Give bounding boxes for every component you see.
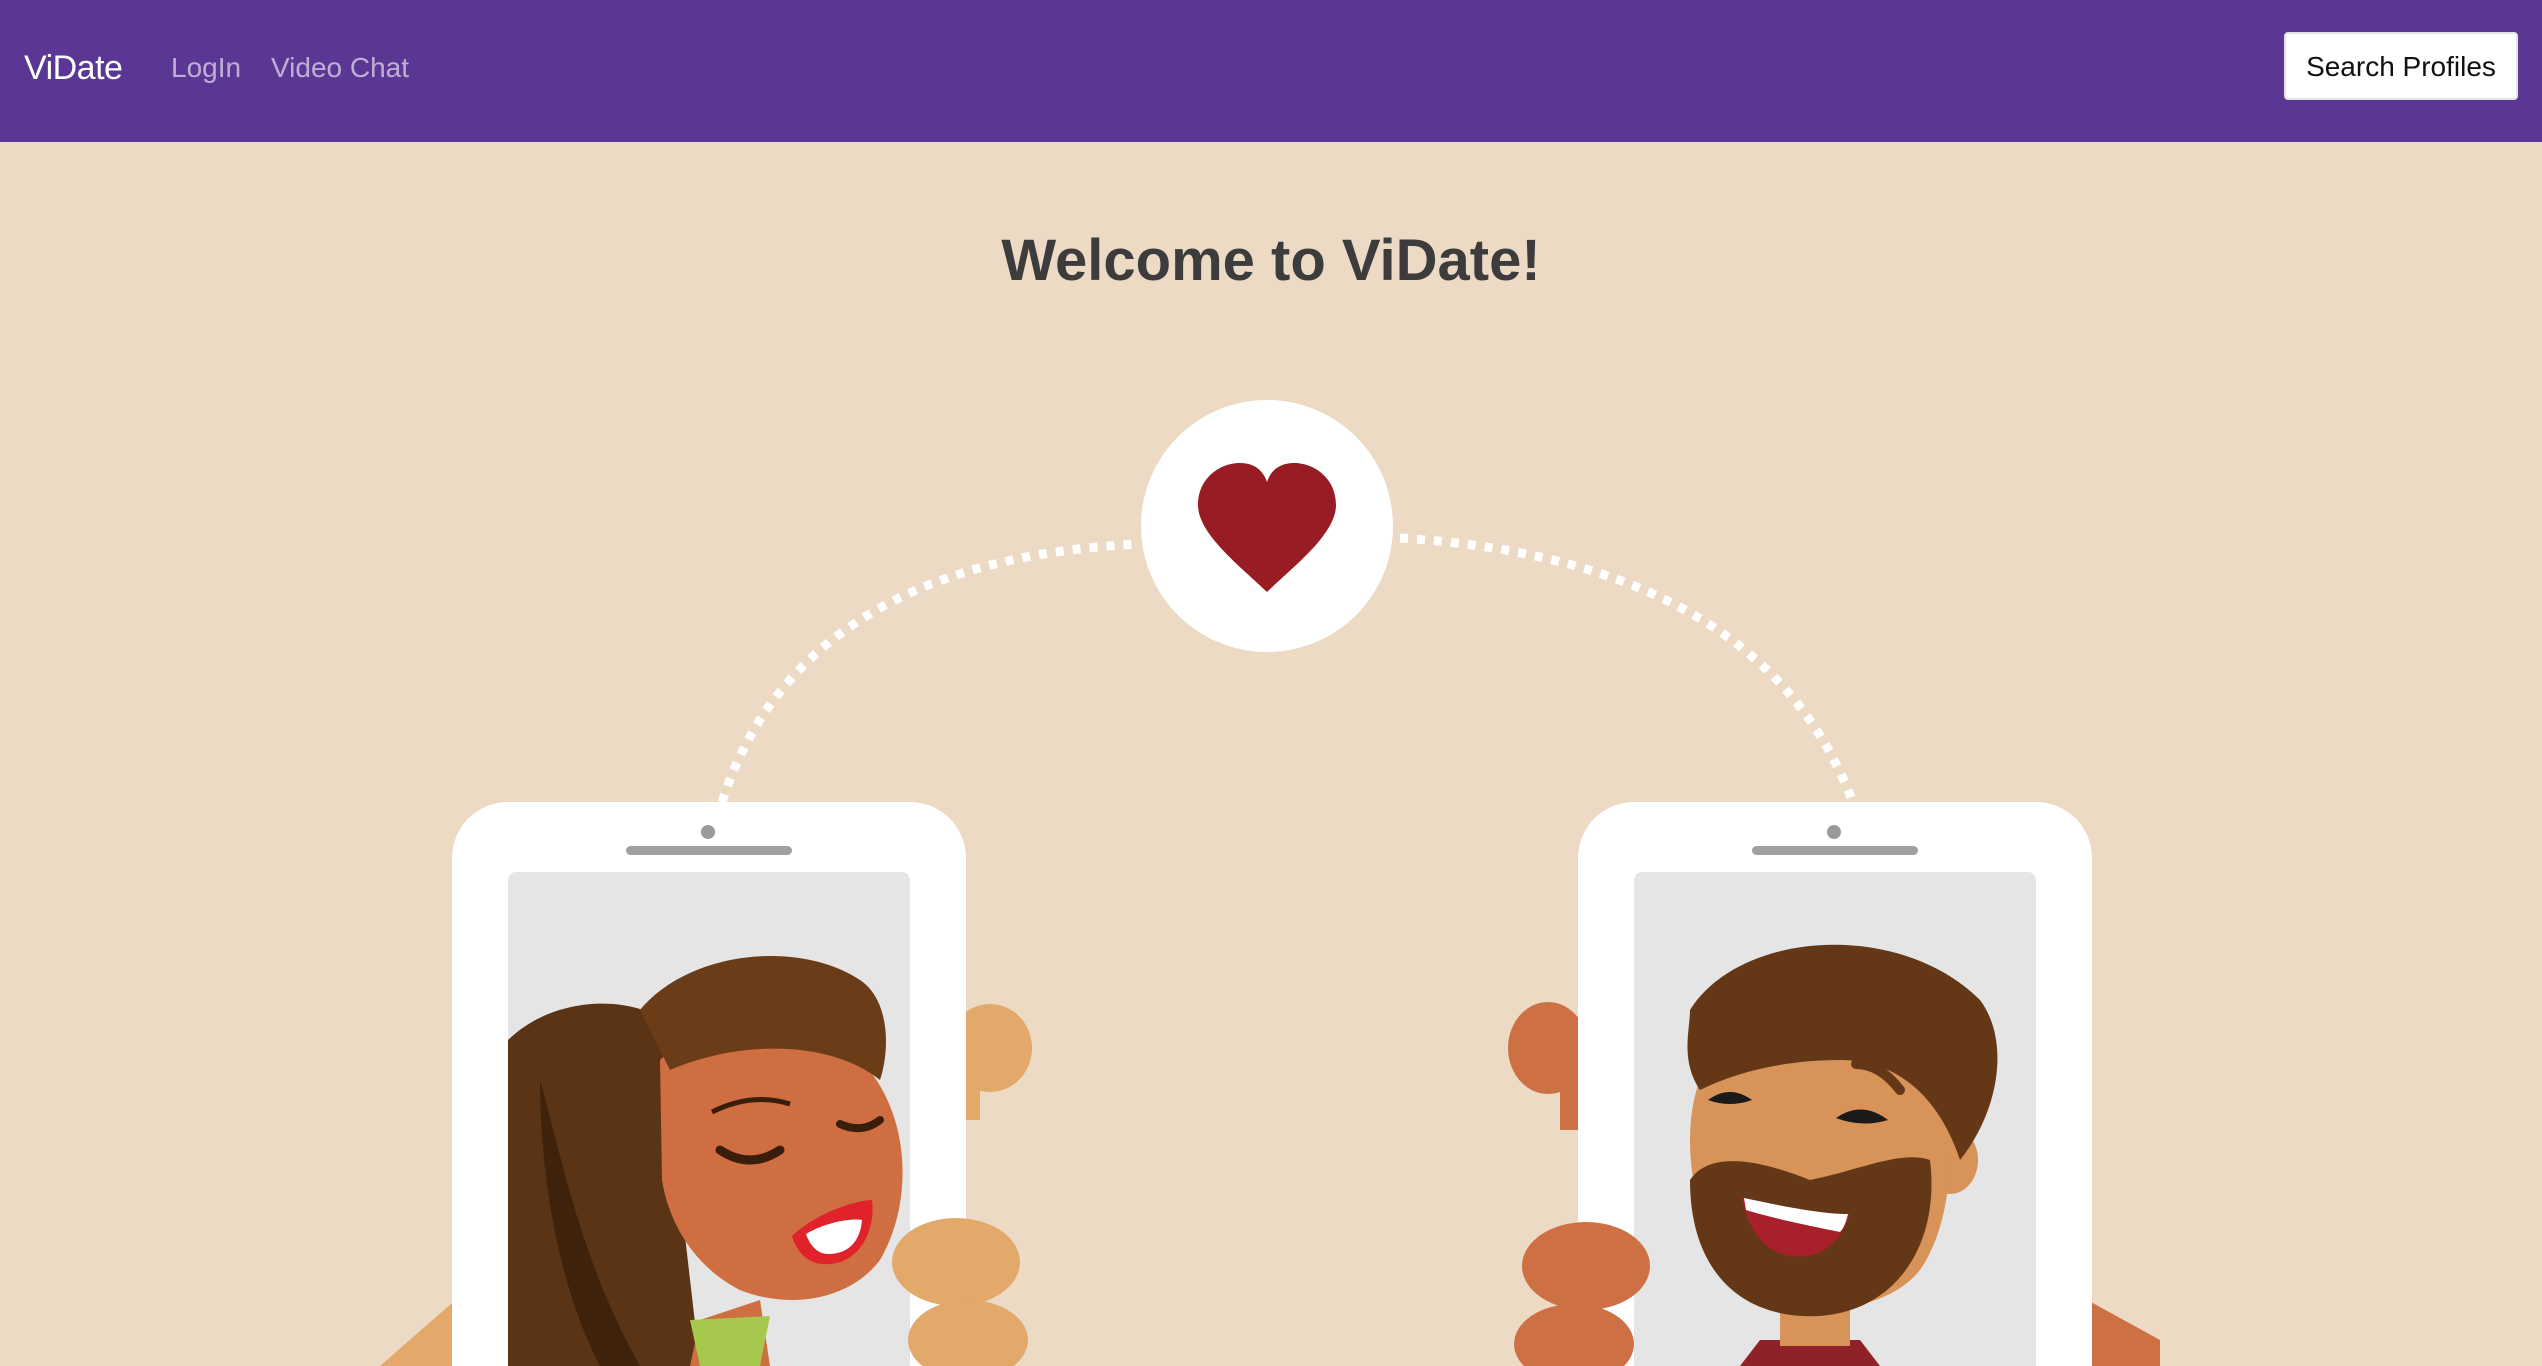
nav-video-chat-link[interactable]: Video Chat bbox=[271, 50, 409, 86]
heart-badge bbox=[1141, 400, 1393, 652]
brand-logo[interactable]: ViDate bbox=[24, 46, 123, 90]
right-phone-group bbox=[1508, 802, 2160, 1366]
dotted-arc-left bbox=[717, 539, 1141, 804]
top-navbar: ViDate LogIn Video Chat Search Profiles bbox=[0, 0, 2542, 142]
search-profiles-button[interactable]: Search Profiles bbox=[2284, 32, 2518, 100]
left-phone-group bbox=[380, 802, 1032, 1366]
hero-illustration bbox=[380, 400, 2160, 1366]
dotted-arc-right bbox=[1399, 533, 1857, 802]
nav-login-link[interactable]: LogIn bbox=[171, 50, 241, 86]
